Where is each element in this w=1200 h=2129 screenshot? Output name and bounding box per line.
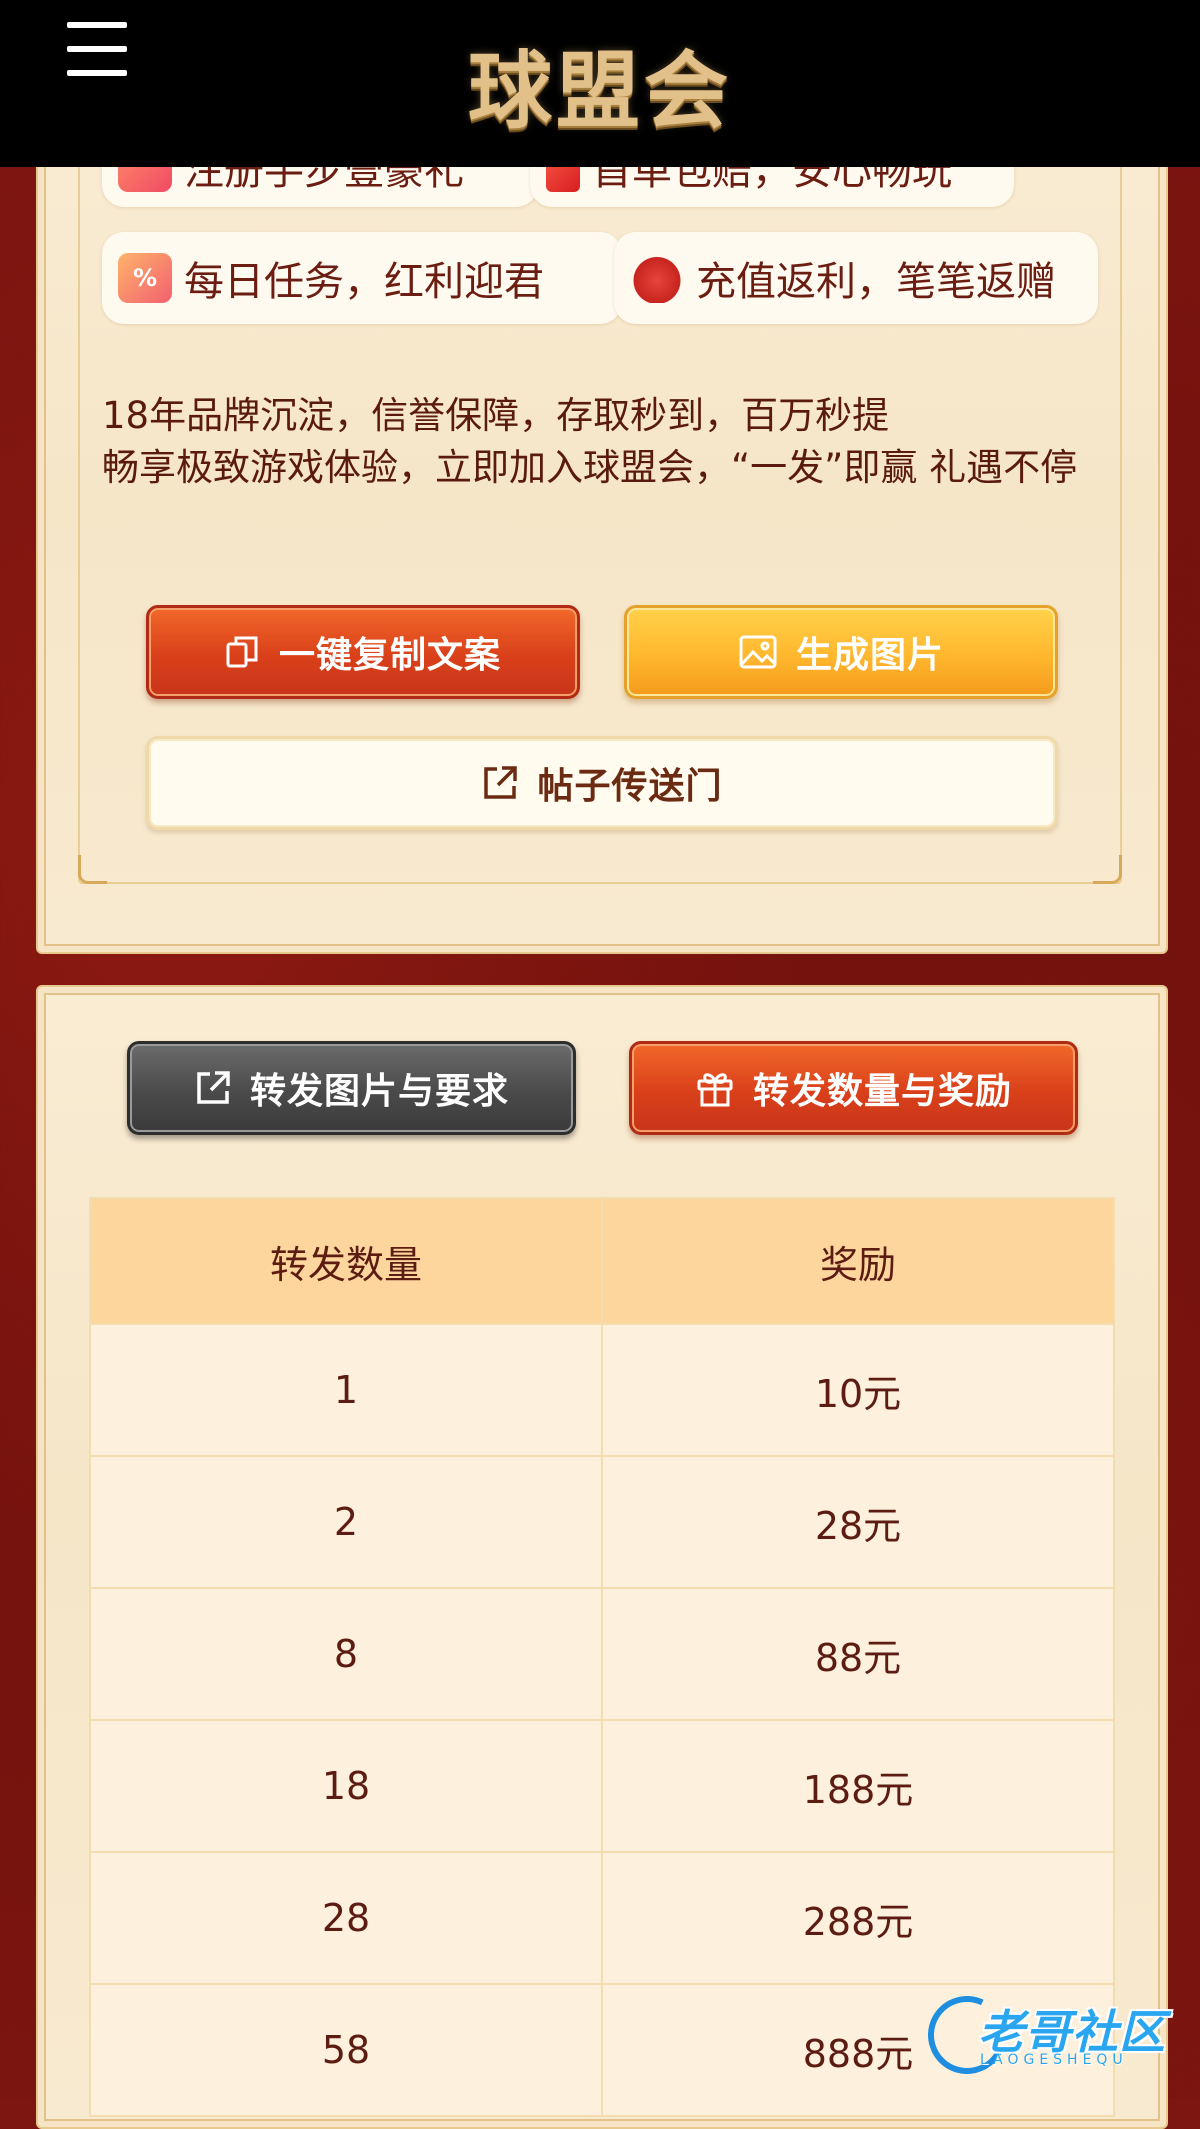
site-watermark: 老哥社区 LAOGESHEQU [917,1985,1183,2085]
share-count-cell: 18 [89,1719,603,1853]
table-row: 28 288元 [89,1851,1115,1985]
feature-chip-label: 每日任务，红利迎君 [184,259,544,305]
top-navigation-bar: 球盟会 [0,0,1200,167]
reward-cell: 10元 [601,1323,1115,1457]
table-row: 8 88元 [89,1587,1115,1721]
table-header-row: 转发数量 奖励 [89,1197,1115,1325]
gift-icon [697,1073,733,1107]
feature-chip-daily-task: % 每日任务，红利迎君 [102,232,622,324]
external-link-icon [484,766,518,799]
rewards-panel: 转发图片与要求 转发数量与奖励 转发数量 奖励 1 10元 2 28元 8 88… [36,985,1168,2129]
copy-icon [226,636,258,668]
tab-label: 转发图片与要求 [249,1071,509,1112]
post-portal-label: 帖子传送门 [537,766,723,807]
reward-table: 转发数量 奖励 1 10元 2 28元 8 88元 18 188元 28 288… [89,1197,1115,2117]
share-count-cell: 58 [89,1983,603,2117]
reward-cell: 88元 [601,1587,1115,1721]
copy-text-button[interactable]: 一键复制文案 [146,605,580,699]
promo-description: 18年品牌沉淀，信誉保障，存取秒到，百万秒提 畅享极致游戏体验，立即加入球盟会，… [102,390,1122,494]
share-count-cell: 8 [89,1587,603,1721]
column-header-share-count: 转发数量 [89,1197,603,1325]
money-bag-icon [630,253,684,303]
copy-text-label: 一键复制文案 [278,635,501,676]
generate-image-label: 生成图片 [795,635,944,676]
image-icon [739,635,777,669]
feature-chip-label: 充值返利，笔笔返赠 [696,259,1056,305]
post-portal-button[interactable]: 帖子传送门 [146,736,1058,830]
reward-cell: 188元 [601,1719,1115,1853]
column-header-reward: 奖励 [601,1197,1115,1325]
tab-share-requirements[interactable]: 转发图片与要求 [127,1041,576,1135]
share-count-cell: 28 [89,1851,603,1985]
tab-share-rewards[interactable]: 转发数量与奖励 [629,1041,1078,1135]
brand-logo: 球盟会 [467,41,732,140]
table-row: 18 188元 [89,1719,1115,1853]
promo-panel: 注册手步壹豪礼 首单包赔，安心畅玩 % 每日任务，红利迎君 充值返利，笔笔返赠 … [36,120,1168,954]
external-link-icon [197,1071,230,1104]
table-row: 1 10元 [89,1323,1115,1457]
share-count-cell: 1 [89,1323,603,1457]
feature-chip-recharge-rebate: 充值返利，笔笔返赠 [614,232,1098,324]
table-row: 2 28元 [89,1455,1115,1589]
description-line: 18年品牌沉淀，信誉保障，存取秒到，百万秒提 [102,394,890,437]
description-line: 畅享极致游戏体验，立即加入球盟会，“一发”即赢 礼遇不停 [102,446,1078,489]
discount-icon: % [118,253,172,303]
tab-label: 转发数量与奖励 [752,1071,1012,1112]
reward-cell: 288元 [601,1851,1115,1985]
generate-image-button[interactable]: 生成图片 [624,605,1058,699]
reward-cell: 28元 [601,1455,1115,1589]
watermark-subtext: LAOGESHEQU [980,2052,1128,2068]
share-count-cell: 2 [89,1455,603,1589]
